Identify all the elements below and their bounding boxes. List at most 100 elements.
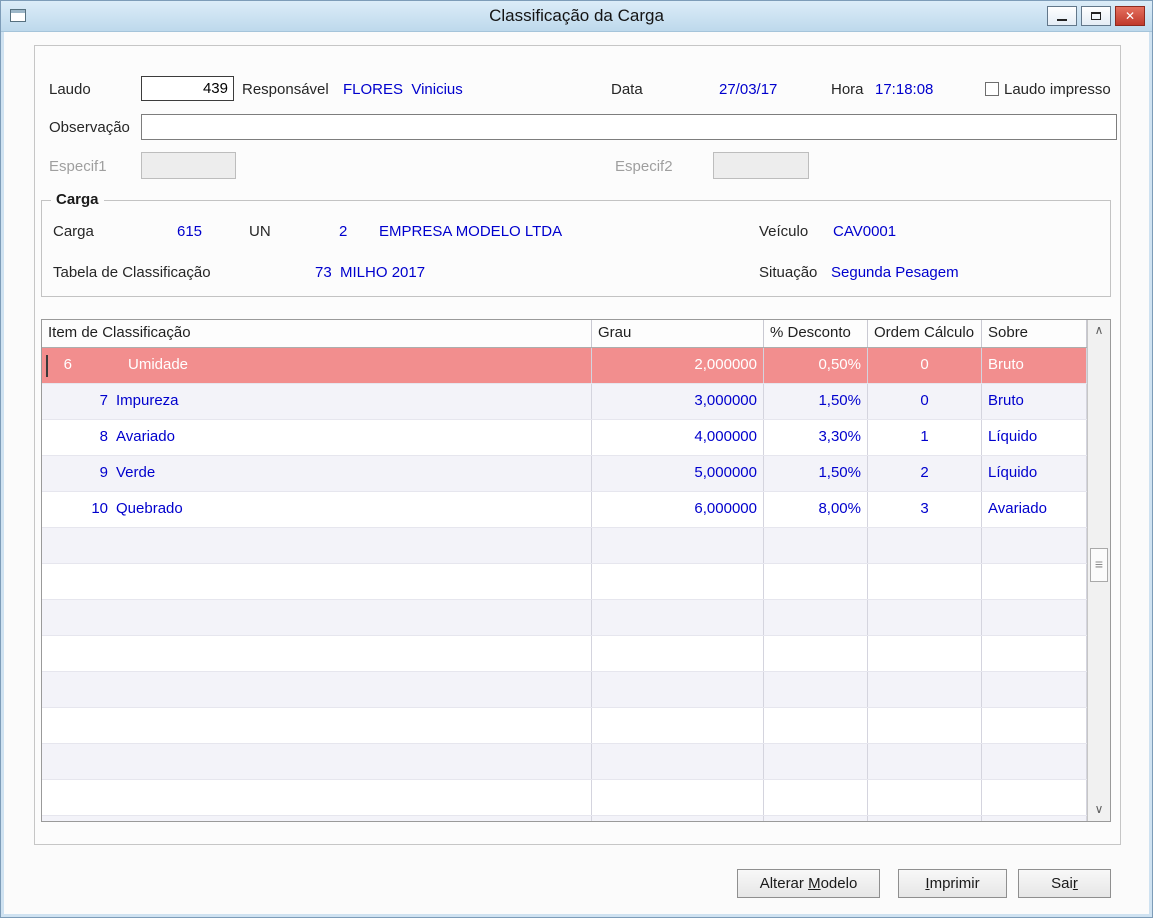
grid-row-empty[interactable]: [42, 816, 1087, 821]
grid-row-empty[interactable]: [42, 528, 1087, 564]
grid-row[interactable]: 6 Umidade 2,000000 0,50% 0 Bruto: [42, 348, 1087, 384]
col-header-item: Item de Classificação: [42, 320, 592, 347]
grid-cell: [42, 708, 592, 743]
grid-cell: [868, 744, 982, 779]
scrollbar-thumb[interactable]: ≡: [1090, 548, 1108, 582]
grid-cell: Bruto: [982, 384, 1087, 419]
carga-groupbox: [41, 200, 1111, 297]
grid-cell: [982, 780, 1087, 815]
grid-cell: [764, 744, 868, 779]
grid-cell: [982, 600, 1087, 635]
titlebar: Classificação da Carga ✕: [1, 1, 1152, 32]
observacao-input[interactable]: [141, 114, 1117, 140]
grid-cell: [592, 708, 764, 743]
laudo-impresso-label: Laudo impresso: [1004, 81, 1111, 98]
un-value: 2: [339, 223, 348, 240]
grid-cell: [42, 672, 592, 707]
grid-row[interactable]: 7 Impureza 3,000000 1,50% 0 Bruto: [42, 384, 1087, 420]
grid-row[interactable]: 9 Verde 5,000000 1,50% 2 Líquido: [42, 456, 1087, 492]
laudo-impresso-checkbox[interactable]: [985, 82, 999, 96]
scroll-down-icon[interactable]: ∨: [1088, 799, 1110, 821]
grid-cell: [868, 672, 982, 707]
grid-cell: 8 Avariado: [42, 420, 592, 455]
grid-cell: [764, 564, 868, 599]
grid-cell: [764, 816, 868, 821]
grid-header: Item de Classificação Grau % Desconto Or…: [42, 320, 1087, 348]
un-label: UN: [249, 223, 271, 240]
grid-cell: 8,00%: [764, 492, 868, 527]
grid-cell: [764, 672, 868, 707]
grid-cell: [592, 636, 764, 671]
situacao-value: Segunda Pesagem: [831, 264, 959, 281]
laudo-label: Laudo: [49, 81, 91, 98]
grid-row-empty[interactable]: [42, 600, 1087, 636]
grid-cell: 6 Umidade: [42, 348, 592, 383]
grid-cell: [764, 780, 868, 815]
grid-cell: Líquido: [982, 420, 1087, 455]
data-label: Data: [611, 81, 643, 98]
grid-cell: [982, 528, 1087, 563]
sair-button[interactable]: Sair: [1018, 869, 1111, 898]
vertical-scrollbar[interactable]: ∧ ≡ ∨: [1087, 320, 1110, 821]
laudo-input[interactable]: [141, 76, 234, 101]
alterar-modelo-button[interactable]: Alterar Modelo: [737, 869, 880, 898]
grid-cell: [982, 564, 1087, 599]
grid-cell: [868, 564, 982, 599]
grid-cell: 4,000000: [592, 420, 764, 455]
minimize-button[interactable]: [1047, 6, 1077, 26]
grid-cell: [42, 816, 592, 821]
grid-row-empty[interactable]: [42, 636, 1087, 672]
especif1-label: Especif1: [49, 158, 107, 175]
grid-cell: [42, 744, 592, 779]
grid-cell: [592, 816, 764, 821]
grid-cell: [868, 600, 982, 635]
close-button[interactable]: ✕: [1115, 6, 1145, 26]
grid-cell: 1: [868, 420, 982, 455]
grid-row-empty[interactable]: [42, 708, 1087, 744]
grid-cell: [592, 744, 764, 779]
grid-cell: 5,000000: [592, 456, 764, 491]
grid-row-empty[interactable]: [42, 564, 1087, 600]
grid-cell: [42, 600, 592, 635]
grid-cell: [764, 600, 868, 635]
responsavel-value: FLORES Vinicius: [343, 81, 463, 98]
scroll-up-icon[interactable]: ∧: [1088, 320, 1110, 342]
grid-cell: [868, 780, 982, 815]
grid-cell: [42, 636, 592, 671]
maximize-button[interactable]: [1081, 6, 1111, 26]
data-value: 27/03/17: [719, 81, 778, 98]
grid-cell: [868, 816, 982, 821]
grid-row[interactable]: 8 Avariado 4,000000 3,30% 1 Líquido: [42, 420, 1087, 456]
grid-cell: [764, 708, 868, 743]
grid-cell: [592, 600, 764, 635]
grid-cell: 10 Quebrado: [42, 492, 592, 527]
grid-cell: [868, 636, 982, 671]
carga-value: 615: [177, 223, 203, 240]
grid-cell: 3: [868, 492, 982, 527]
grid-row[interactable]: 10 Quebrado 6,000000 8,00% 3 Avariado: [42, 492, 1087, 528]
tabela-classificacao-value: 73 MILHO 2017: [315, 264, 426, 281]
imprimir-button[interactable]: Imprimir: [898, 869, 1007, 898]
grid-cell: 2,000000: [592, 348, 764, 383]
grid-cell: [592, 528, 764, 563]
grid-row-empty[interactable]: [42, 780, 1087, 816]
hora-label: Hora: [831, 81, 864, 98]
text-caret: [46, 355, 48, 377]
grid-cell: 3,000000: [592, 384, 764, 419]
empresa-value: EMPRESA MODELO LTDA: [379, 223, 563, 240]
grid-cell: [982, 636, 1087, 671]
grid-cell: [592, 672, 764, 707]
grid-cell: [982, 816, 1087, 821]
grid-row-empty[interactable]: [42, 744, 1087, 780]
grid-cell: Bruto: [982, 348, 1087, 383]
col-header-grau: Grau: [592, 320, 764, 347]
carga-group-title: Carga: [51, 191, 104, 208]
grid-row-empty[interactable]: [42, 672, 1087, 708]
observacao-label: Observação: [49, 119, 130, 136]
grid-cell: [592, 564, 764, 599]
situacao-label: Situação: [759, 264, 818, 281]
hora-value: 17:18:08: [875, 81, 934, 98]
close-icon: ✕: [1124, 9, 1136, 23]
responsavel-label: Responsável: [242, 81, 329, 98]
carga-label: Carga: [53, 223, 94, 240]
